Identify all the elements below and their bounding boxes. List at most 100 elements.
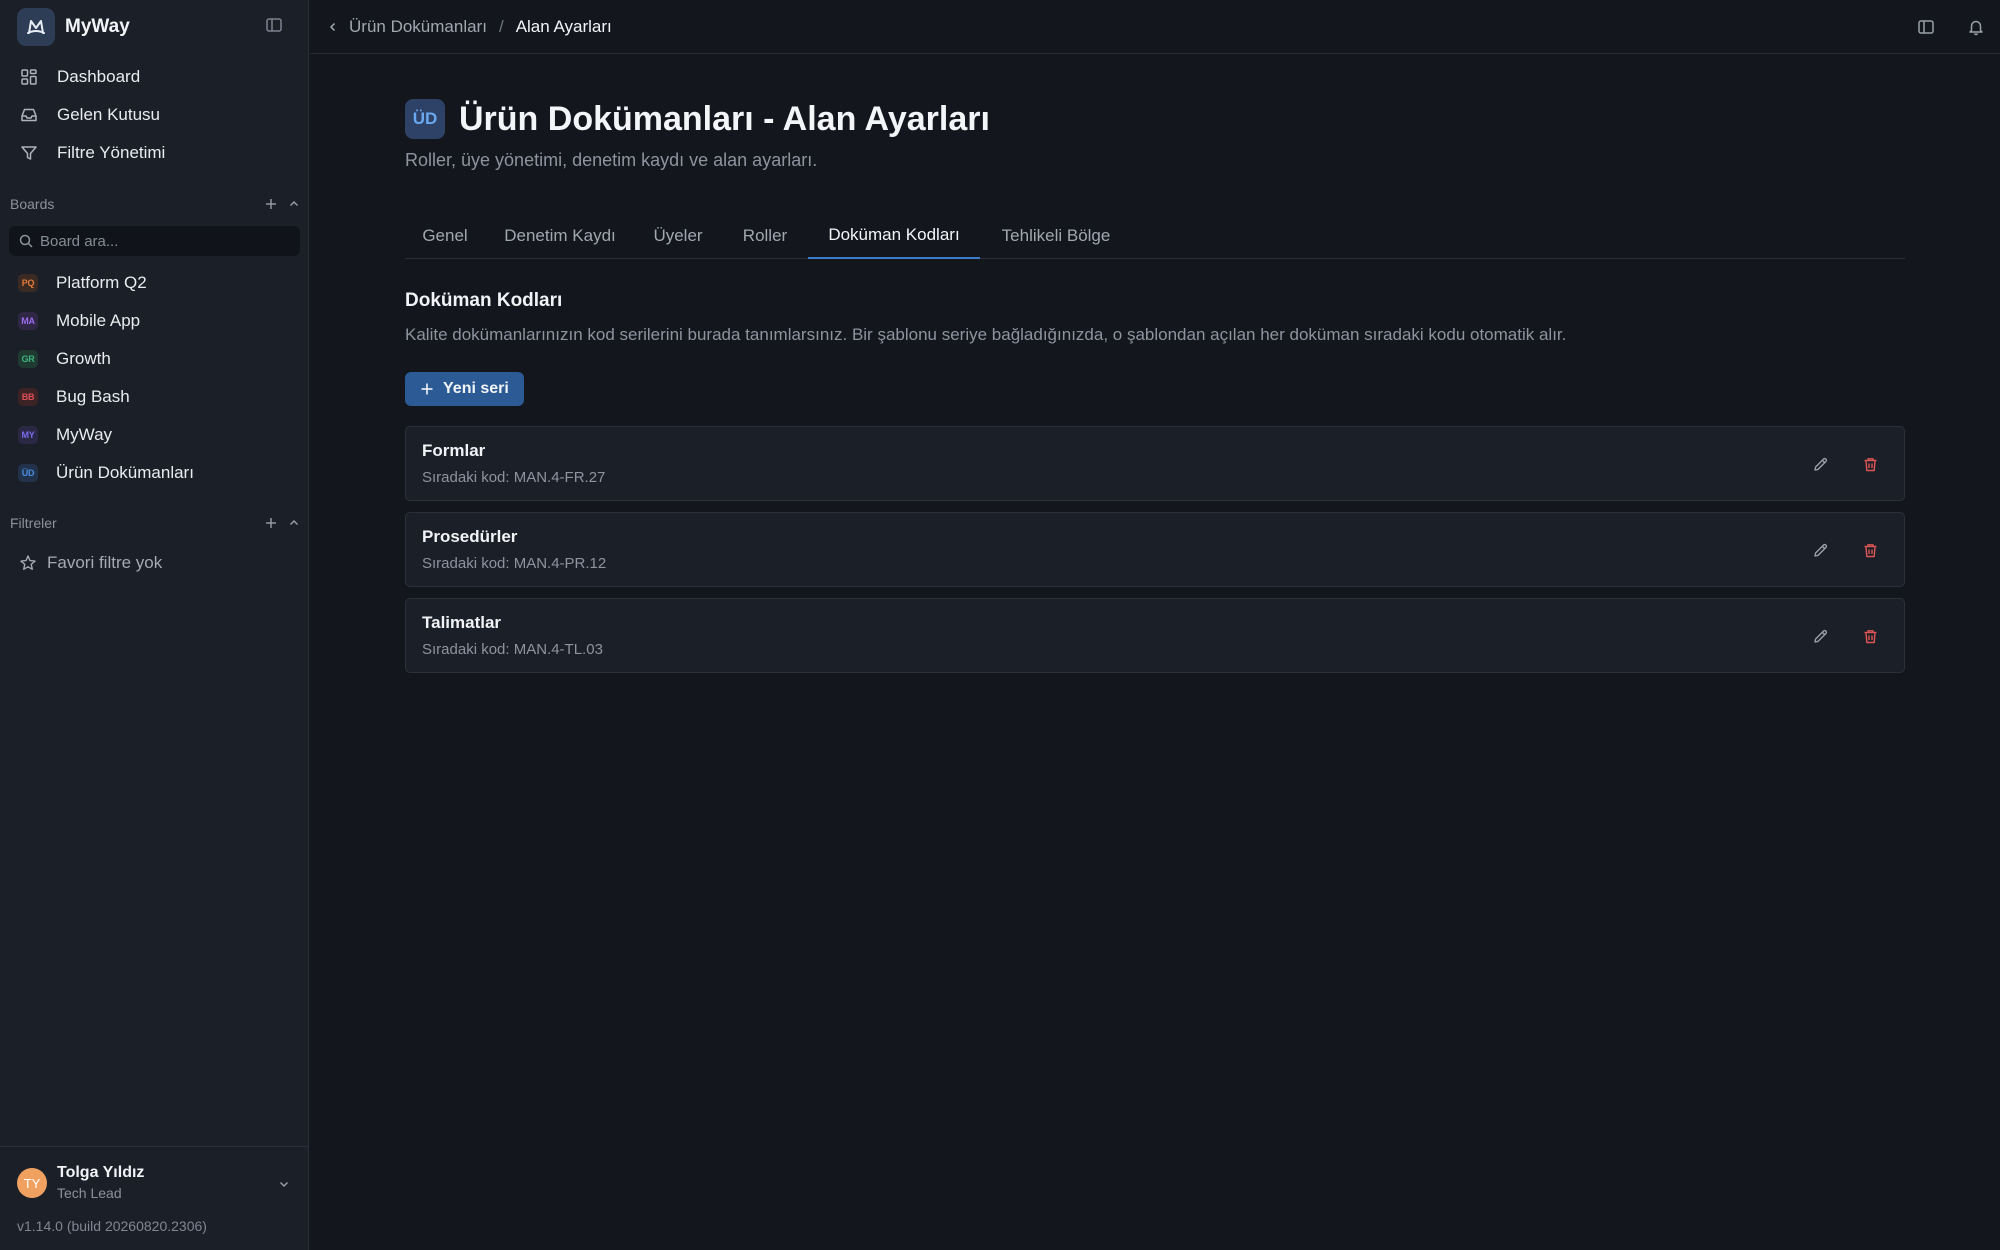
board-badge: BB <box>18 388 38 406</box>
delete-series-trash-icon[interactable] <box>1859 453 1881 475</box>
board-label: Platform Q2 <box>56 273 147 292</box>
nav-item-inbox[interactable]: Gelen Kutusu <box>9 96 300 134</box>
search-icon <box>19 234 33 248</box>
tab-general[interactable]: Genel <box>405 212 485 259</box>
series-name: Formlar <box>422 441 486 460</box>
board-search-input[interactable] <box>40 232 290 250</box>
breadcrumb: Ürün Dokümanları / Alan Ayarları <box>327 16 612 38</box>
board-label: MyWay <box>56 425 113 444</box>
chevron-left-icon[interactable] <box>327 20 341 34</box>
series-card-talimatlar: Talimatlar Sıradaki kod: MAN.4-TL.03 <box>405 598 1905 673</box>
series-list: Formlar Sıradaki kod: MAN.4-FR.27 Prosed… <box>405 426 1905 684</box>
breadcrumb-separator: / <box>498 17 504 36</box>
tab-audit-log[interactable]: Denetim Kaydı <box>485 212 635 259</box>
breadcrumb-parent-link[interactable]: Ürün Dokümanları <box>349 17 487 37</box>
boards-list: PQ Platform Q2 MA Mobile App GR Growth B… <box>9 264 300 492</box>
board-badge: ÜD <box>18 464 38 482</box>
series-name: Prosedürler <box>422 527 518 546</box>
series-card-prosedurler: Prosedürler Sıradaki kod: MAN.4-PR.12 <box>405 512 1905 587</box>
series-next-code: Sıradaki kod: MAN.4-FR.27 <box>422 469 605 486</box>
edit-series-pencil-icon[interactable] <box>1809 625 1831 647</box>
board-badge: MA <box>18 312 38 330</box>
sidebar: MyWay Dashboard Gelen Kutusu Filtre Yöne… <box>0 0 309 1250</box>
avatar: TY <box>17 1168 47 1198</box>
user-name: Tolga Yıldız <box>57 1164 145 1181</box>
tab-members[interactable]: Üyeler <box>635 212 721 259</box>
edit-series-pencil-icon[interactable] <box>1809 539 1831 561</box>
delete-series-trash-icon[interactable] <box>1859 539 1881 561</box>
boards-section-title: Boards <box>10 196 55 212</box>
no-favorite-filters-label: Favori filtre yok <box>47 553 163 572</box>
no-favorite-filters: Favori filtre yok <box>19 552 162 574</box>
topbar: Ürün Dokümanları / Alan Ayarları <box>310 0 2000 54</box>
brand[interactable]: MyWay <box>17 8 297 46</box>
filters-section-title: Filtreler <box>10 515 57 531</box>
board-label: Bug Bash <box>56 387 130 406</box>
board-item-mobile-app[interactable]: MA Mobile App <box>9 302 300 340</box>
boards-section-header: Boards <box>10 193 300 215</box>
section-title: Doküman Kodları <box>405 290 563 311</box>
series-next-code: Sıradaki kod: MAN.4-TL.03 <box>422 641 603 658</box>
tab-roles[interactable]: Roller <box>721 212 809 259</box>
sidebar-toggle-icon[interactable] <box>258 9 290 41</box>
collapse-filters-icon[interactable] <box>284 513 304 533</box>
board-badge: GR <box>18 350 38 368</box>
nav-item-filters[interactable]: Filtre Yönetimi <box>9 134 300 172</box>
chevron-down-icon[interactable] <box>274 1174 294 1194</box>
bell-icon[interactable] <box>1964 15 1988 39</box>
board-item-platform-q2[interactable]: PQ Platform Q2 <box>9 264 300 302</box>
page-header: ÜD Ürün Dokümanları - Alan Ayarları <box>405 98 990 140</box>
tab-danger-zone[interactable]: Tehlikeli Bölge <box>980 212 1132 259</box>
user-role: Tech Lead <box>57 1185 122 1201</box>
filters-section-header: Filtreler <box>10 512 300 534</box>
board-badge: MY <box>18 426 38 444</box>
series-name: Talimatlar <box>422 613 502 632</box>
page-title: Ürün Dokümanları - Alan Ayarları <box>459 99 990 138</box>
delete-series-trash-icon[interactable] <box>1859 625 1881 647</box>
next-code-label: Sıradaki kod: <box>422 555 510 572</box>
nav-item-label: Filtre Yönetimi <box>57 143 166 162</box>
board-label: Growth <box>56 349 111 368</box>
star-icon <box>19 554 37 572</box>
board-item-myway[interactable]: MY MyWay <box>9 416 300 454</box>
add-board-icon[interactable] <box>261 194 281 214</box>
panel-toggle-icon[interactable] <box>1914 15 1938 39</box>
board-item-bug-bash[interactable]: BB Bug Bash <box>9 378 300 416</box>
page-subtitle: Roller, üye yönetimi, denetim kaydı ve a… <box>405 150 818 170</box>
project-badge: ÜD <box>405 99 445 139</box>
next-code-value: MAN.4-FR.27 <box>513 469 606 486</box>
board-item-growth[interactable]: GR Growth <box>9 340 300 378</box>
series-card-formlar: Formlar Sıradaki kod: MAN.4-FR.27 <box>405 426 1905 501</box>
main-nav: Dashboard Gelen Kutusu Filtre Yönetimi <box>9 58 300 172</box>
settings-tabs: Genel Denetim Kaydı Üyeler Roller Doküma… <box>405 212 1905 259</box>
board-label: Ürün Dokümanları <box>56 463 194 482</box>
board-search[interactable] <box>9 226 300 256</box>
nav-item-dashboard[interactable]: Dashboard <box>9 58 300 96</box>
collapse-boards-icon[interactable] <box>284 194 304 214</box>
dashboard-icon <box>19 67 39 87</box>
edit-series-pencil-icon[interactable] <box>1809 453 1831 475</box>
board-badge: PQ <box>18 274 38 292</box>
next-code-value: MAN.4-TL.03 <box>513 641 603 658</box>
breadcrumb-current: Alan Ayarları <box>515 17 612 36</box>
nav-item-label: Dashboard <box>57 67 141 86</box>
inbox-icon <box>19 105 39 125</box>
app-name: MyWay <box>65 16 130 37</box>
app-version: v1.14.0 (build 20260820.2306) <box>17 1218 207 1234</box>
new-series-label: Yeni seri <box>443 380 509 397</box>
series-next-code: Sıradaki kod: MAN.4-PR.12 <box>422 555 606 572</box>
tab-document-codes[interactable]: Doküman Kodları <box>808 212 980 259</box>
add-filter-icon[interactable] <box>261 513 281 533</box>
next-code-label: Sıradaki kod: <box>422 641 510 658</box>
board-label: Mobile App <box>56 311 141 330</box>
plus-icon <box>420 382 434 396</box>
user-menu[interactable]: TY Tolga Yıldız Tech Lead v1.14.0 (build… <box>0 1146 309 1250</box>
new-series-button[interactable]: Yeni seri <box>405 372 524 406</box>
filter-icon <box>19 143 39 163</box>
next-code-value: MAN.4-PR.12 <box>513 555 607 572</box>
board-item-urun-dokumanlari[interactable]: ÜD Ürün Dokümanları <box>9 454 300 492</box>
next-code-label: Sıradaki kod: <box>422 469 510 486</box>
myway-logo-icon <box>17 8 55 46</box>
nav-item-label: Gelen Kutusu <box>57 105 161 124</box>
section-description: Kalite dokümanlarınızın kod serilerini b… <box>405 325 1567 344</box>
